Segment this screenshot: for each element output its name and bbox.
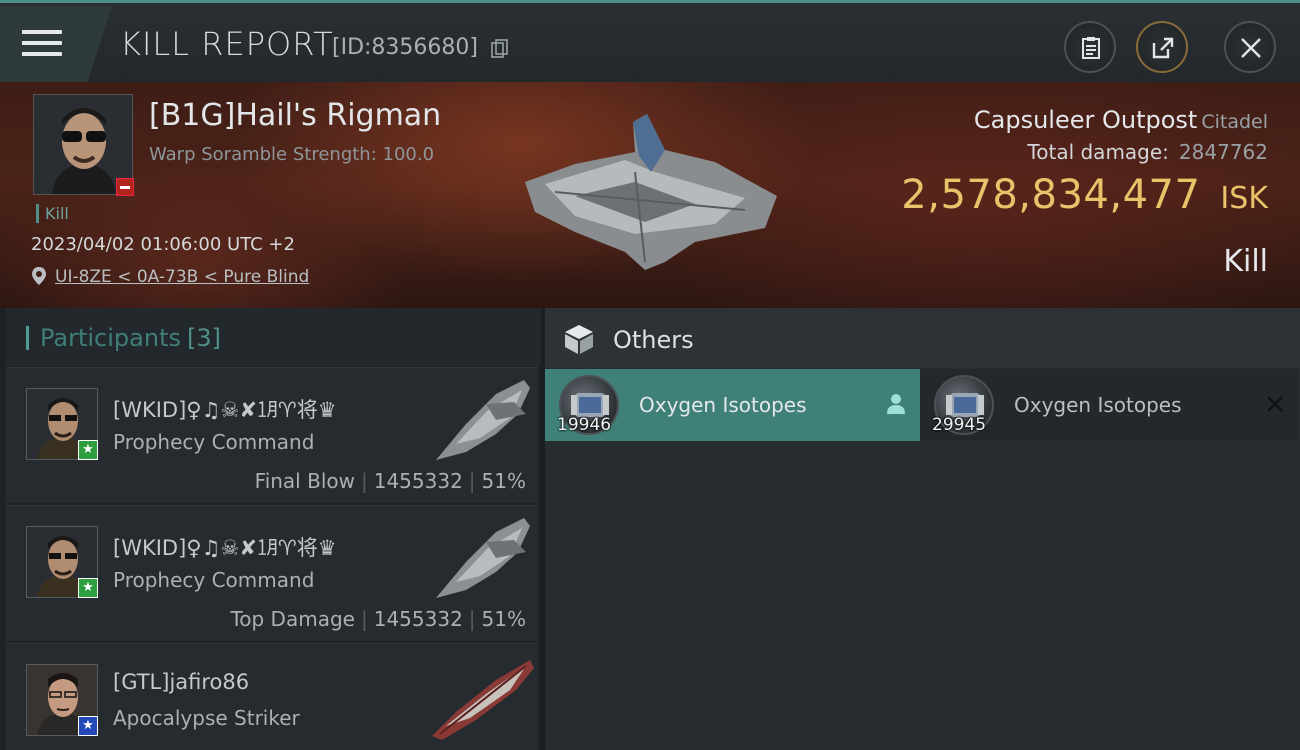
loot-quantity: 19946 — [557, 415, 612, 435]
participant-percent: 51% — [481, 469, 526, 493]
clipboard-icon — [1082, 37, 1100, 59]
participant-percent: 51% — [481, 607, 526, 631]
total-damage: Total damage: 2847762 — [1027, 140, 1268, 164]
share-icon — [1152, 37, 1174, 59]
participant-stats: Final Blow | 1455332 | 51% — [254, 469, 526, 493]
structure-name: Capsuleer Outpost Citadel — [974, 106, 1268, 134]
participant-role: Top Damage — [230, 607, 355, 631]
loot-item[interactable]: 19946 Oxygen Isotopes — [545, 369, 920, 441]
location-link[interactable]: UI-8ZE < 0A-73B < Pure Blind — [55, 267, 309, 287]
victim-name[interactable]: [B1G]Hail's Rigman — [149, 98, 441, 133]
cargo-box-icon — [565, 325, 593, 354]
participant-name[interactable]: [WKID]♀♫☠✘㋀♈将♛ — [113, 532, 337, 562]
participant-role: Final Blow — [254, 469, 355, 493]
others-header: Others — [545, 308, 1300, 368]
close-button[interactable] — [1224, 21, 1276, 73]
ship-image — [432, 660, 534, 740]
report-id: [ID:8356680] — [332, 35, 478, 60]
participant-row[interactable]: ★ [GTL]jafiro86 Apocalypse Striker — [6, 643, 538, 750]
participant-damage: 1455332 — [373, 607, 463, 631]
loot-item[interactable]: 29945 Oxygen Isotopes — [920, 369, 1298, 441]
page-title: KILL REPORT — [120, 25, 334, 63]
section-marker — [26, 326, 29, 350]
others-title: Others — [613, 326, 694, 354]
hamburger-icon — [22, 30, 62, 56]
standing-star-icon: ★ — [78, 716, 98, 736]
ship-image — [436, 380, 530, 460]
victim-subtitle: Warp Soramble Strength: 100.0 — [149, 144, 435, 165]
share-button[interactable] — [1136, 21, 1188, 73]
loot-name: Oxygen Isotopes — [639, 393, 807, 417]
loot-quantity: 29945 — [932, 415, 987, 435]
structure-image — [525, 114, 777, 270]
structure-type: Capsuleer Outpost — [973, 106, 1198, 134]
participants-count: [3] — [186, 324, 221, 352]
participants-header: Participants [3] — [6, 308, 541, 366]
ship-image — [436, 518, 530, 598]
isk-unit: ISK — [1220, 181, 1268, 216]
copy-icon[interactable] — [491, 39, 509, 59]
standing-star-icon: ★ — [78, 440, 98, 460]
kill-result: Kill — [1223, 244, 1268, 279]
participant-ship: Prophecy Command — [113, 568, 315, 592]
participant-damage: 1455332 — [373, 469, 463, 493]
close-icon — [1241, 38, 1261, 58]
victim-panel: [B1G]Hail's Rigman Warp Soramble Strengt… — [0, 82, 1300, 308]
participant-row[interactable]: ★ [WKID]♀♫☠✘㋀♈将♛ Prophecy Command Top Da… — [6, 505, 538, 641]
standing-star-icon: ★ — [78, 578, 98, 598]
participant-row[interactable]: ★ [WKID]♀♫☠✘㋀♈将♛ Prophecy Command Final … — [6, 367, 538, 503]
clipboard-button[interactable] — [1064, 21, 1116, 73]
top-bar: KILL REPORT [ID:8356680] — [0, 0, 1300, 82]
isk-value: 2,578,834,477 ISK — [901, 172, 1268, 218]
participants-panel: Participants [3] ★ [WKID]♀♫☠✘㋀♈将♛ Prophec… — [0, 308, 541, 750]
corp-badge — [116, 178, 134, 196]
menu-button[interactable] — [0, 6, 112, 82]
location-pin-icon — [32, 267, 46, 285]
participants-label: Participants — [40, 324, 181, 352]
participant-ship: Prophecy Command — [113, 430, 315, 454]
structure-class: Citadel — [1201, 111, 1268, 133]
destroyed-x-icon — [1267, 396, 1283, 412]
kill-tag: Kill — [36, 204, 69, 223]
kill-timestamp: 2023/04/02 01:06:00 UTC +2 — [31, 234, 295, 255]
isk-amount: 2,578,834,477 — [901, 172, 1201, 218]
participant-name[interactable]: [WKID]♀♫☠✘㋀♈将♛ — [113, 394, 337, 424]
total-damage-label: Total damage: — [1027, 140, 1169, 164]
total-damage-value: 2847762 — [1178, 140, 1268, 164]
participants-title: Participants [3] — [40, 324, 221, 352]
loot-name: Oxygen Isotopes — [1014, 393, 1182, 417]
participant-name[interactable]: [GTL]jafiro86 — [113, 670, 249, 694]
participant-ship: Apocalypse Striker — [113, 706, 300, 730]
person-icon — [887, 394, 905, 414]
participant-stats: Top Damage | 1455332 | 51% — [230, 607, 526, 631]
others-panel: Others 19946 Oxygen Isotopes 29945 Oxyge… — [545, 308, 1300, 750]
